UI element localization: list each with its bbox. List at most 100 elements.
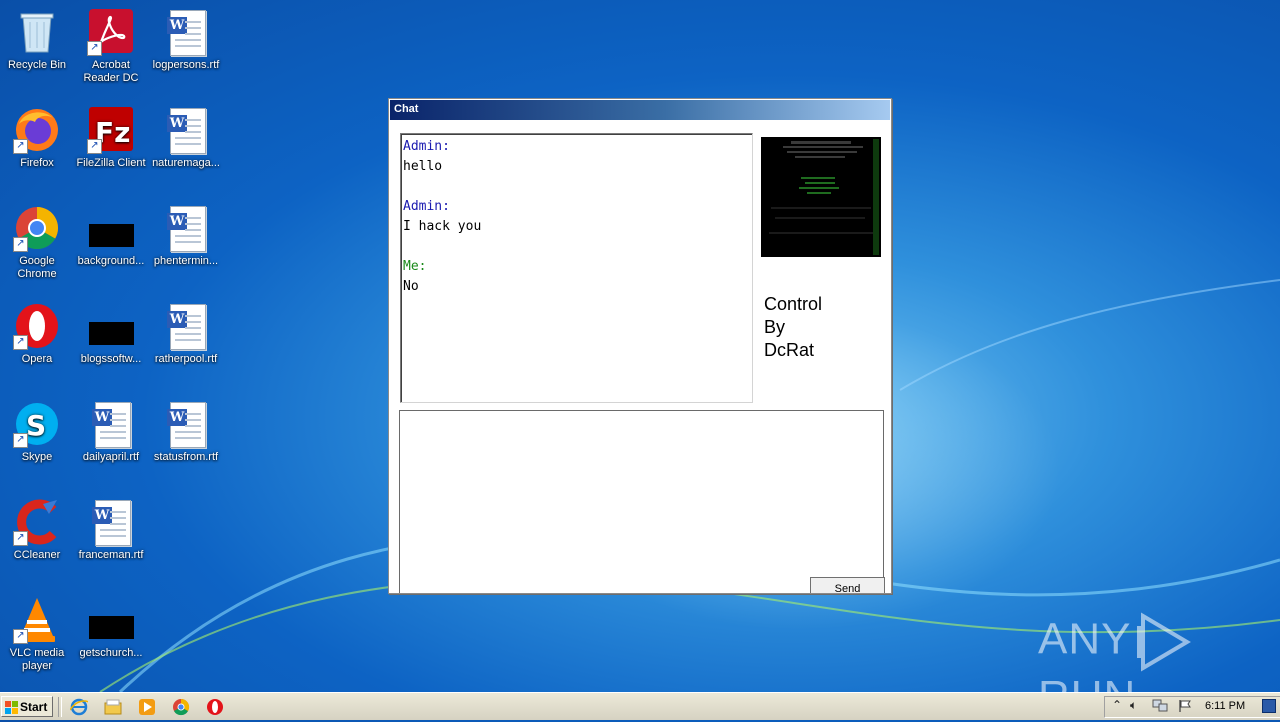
chat-message: Admin: hello <box>403 137 752 177</box>
message-sender: Admin: <box>403 199 450 214</box>
message-sender: Me: <box>403 259 427 274</box>
message-text: hello <box>403 159 443 174</box>
firefox-icon: ↗ <box>13 106 61 154</box>
icon-label: ratherpool.rtf <box>154 353 218 365</box>
chrome-icon[interactable] <box>172 698 190 716</box>
desktop-icon-getschurch[interactable]: getschurch... <box>74 596 148 660</box>
word-document-icon: W <box>162 106 210 154</box>
desktop-icon-opera[interactable]: ↗ Opera <box>0 302 74 366</box>
action-center-flag-icon[interactable] <box>1178 699 1192 713</box>
taskbar: Start ⌃ 🔈︎ 6:11 PM <box>0 692 1280 720</box>
message-text: I hack you <box>403 219 482 234</box>
desktop-icon-ratherpool[interactable]: W ratherpool.rtf <box>149 302 223 366</box>
icon-label: CCleaner <box>13 549 61 561</box>
internet-explorer-icon[interactable] <box>70 698 88 716</box>
recycle-bin-icon <box>13 8 61 56</box>
chat-window[interactable]: Chat Admin: hello Admin: I hack you Me: … <box>388 98 892 594</box>
volume-icon[interactable]: 🔈︎ <box>1130 698 1137 712</box>
icon-label: Opera <box>21 353 53 365</box>
shortcut-arrow-icon: ↗ <box>87 41 102 56</box>
icon-label: Skype <box>21 451 53 463</box>
send-button[interactable]: Send <box>810 577 885 593</box>
remote-screen-thumbnail <box>761 137 881 257</box>
start-label: Start <box>20 700 48 714</box>
shortcut-arrow-icon: ↗ <box>13 433 28 448</box>
word-document-icon: W <box>87 400 135 448</box>
chat-message: Admin: I hack you <box>403 197 752 237</box>
shortcut-arrow-icon: ↗ <box>87 139 102 154</box>
desktop-icon-phentermin[interactable]: W phentermin... <box>149 204 223 268</box>
desktop-icon-filezilla[interactable]: Fz ↗ FileZilla Client <box>74 106 148 170</box>
start-button[interactable]: Start <box>1 696 53 717</box>
shortcut-arrow-icon: ↗ <box>13 531 28 546</box>
desktop-icon-background[interactable]: background... <box>74 204 148 268</box>
ccleaner-icon: ↗ <box>13 498 61 546</box>
shortcut-arrow-icon: ↗ <box>13 629 28 644</box>
icon-label: blogssoftw... <box>80 353 142 365</box>
chat-history[interactable]: Admin: hello Admin: I hack you Me: No <box>400 133 753 403</box>
chat-titlebar[interactable]: Chat <box>390 100 890 120</box>
window-title: Chat <box>394 103 419 115</box>
show-desktop-button[interactable] <box>1262 699 1276 713</box>
word-document-icon: W <box>162 8 210 56</box>
icon-label: statusfrom.rtf <box>153 451 219 463</box>
icon-label: naturemaga... <box>152 157 220 169</box>
desktop-icon-dailyapril[interactable]: W dailyapril.rtf <box>74 400 148 464</box>
opera-icon: ↗ <box>13 302 61 350</box>
icon-label: franceman.rtf <box>78 549 144 561</box>
windows-logo-icon <box>5 701 18 714</box>
chat-message: Me: No <box>403 257 752 297</box>
icon-label: phentermin... <box>153 255 219 267</box>
desktop-icon-chrome[interactable]: ↗ Google Chrome <box>0 204 74 281</box>
icon-label: FileZilla Client <box>76 157 146 169</box>
filezilla-icon: Fz ↗ <box>87 106 135 154</box>
desktop-icon-ccleaner[interactable]: ↗ CCleaner <box>0 498 74 562</box>
icon-label: Acrobat Reader DC <box>83 59 139 84</box>
shortcut-arrow-icon: ↗ <box>13 139 28 154</box>
icon-label: Google Chrome <box>17 255 57 280</box>
message-input[interactable] <box>399 410 884 593</box>
chrome-icon: ↗ <box>13 204 61 252</box>
icon-label: dailyapril.rtf <box>82 451 140 463</box>
word-document-icon: W <box>162 302 210 350</box>
icon-label: getschurch... <box>79 647 143 659</box>
message-sender: Admin: <box>403 139 450 154</box>
icon-label: VLC media player <box>9 647 65 672</box>
desktop-icon-firefox[interactable]: ↗ Firefox <box>0 106 74 170</box>
skype-icon: S ↗ <box>13 400 61 448</box>
shortcut-arrow-icon: ↗ <box>13 335 28 350</box>
icon-label: background... <box>77 255 145 267</box>
desktop-icon-acrobat[interactable]: ↗ Acrobat Reader DC <box>74 8 148 85</box>
icon-label: logpersons.rtf <box>152 59 220 71</box>
opera-icon[interactable] <box>206 698 224 716</box>
vlc-icon: ↗ <box>13 596 61 644</box>
word-document-icon: W <box>162 400 210 448</box>
acrobat-icon: ↗ <box>87 8 135 56</box>
clock[interactable]: 6:11 PM <box>1205 700 1245 712</box>
icon-label: Recycle Bin <box>7 59 67 71</box>
desktop-icon-skype[interactable]: S ↗ Skype <box>0 400 74 464</box>
play-icon <box>1137 612 1192 672</box>
desktop-icon-vlc[interactable]: ↗ VLC media player <box>0 596 74 673</box>
watermark-left: ANY <box>1038 614 1132 664</box>
network-icon[interactable] <box>1152 699 1168 713</box>
desktop-icon-recycle-bin[interactable]: Recycle Bin <box>0 8 74 72</box>
message-text: No <box>403 279 419 294</box>
icon-label: Firefox <box>20 157 54 169</box>
shortcut-arrow-icon: ↗ <box>13 237 28 252</box>
file-thumbnail-icon <box>87 302 135 350</box>
file-explorer-icon[interactable] <box>104 698 122 716</box>
desktop-icon-statusfrom[interactable]: W statusfrom.rtf <box>149 400 223 464</box>
media-player-icon[interactable] <box>138 698 156 716</box>
desktop-icon-logpersons[interactable]: W logpersons.rtf <box>149 8 223 72</box>
control-by-label: Control By DcRat <box>764 294 823 360</box>
taskbar-separator <box>58 697 62 717</box>
show-hidden-icons-icon[interactable]: ⌃ <box>1112 698 1122 712</box>
desktop-icon-naturemaga[interactable]: W naturemaga... <box>149 106 223 170</box>
word-document-icon: W <box>87 498 135 546</box>
file-thumbnail-icon <box>87 596 135 644</box>
file-thumbnail-icon <box>87 204 135 252</box>
word-document-icon: W <box>162 204 210 252</box>
desktop-icon-franceman[interactable]: W franceman.rtf <box>74 498 148 562</box>
desktop-icon-blogssoftw[interactable]: blogssoftw... <box>74 302 148 366</box>
